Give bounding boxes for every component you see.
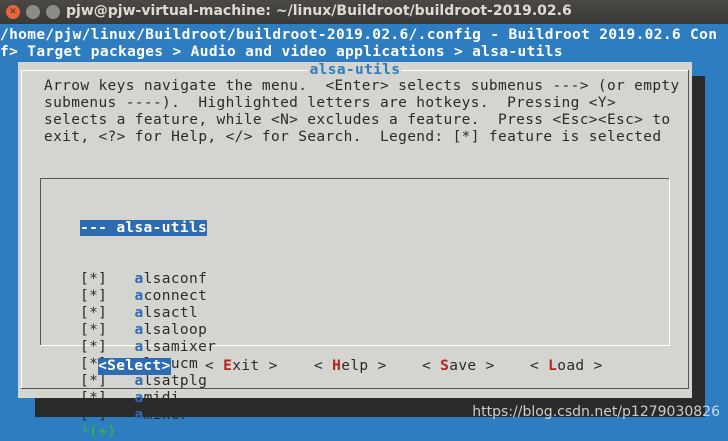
button-label: oad >: [557, 358, 603, 374]
button-label: elp >: [341, 358, 387, 374]
checkbox-mark: [*]: [80, 407, 108, 423]
dialog-border-left: [21, 70, 22, 388]
menu-items: --- alsa-utils [*] alsaconf [*] aconnect[…: [80, 186, 216, 441]
help-text: Arrow keys navigate the menu. <Enter> se…: [44, 78, 680, 145]
button-bar: <Select> < Exit > < Help > < Save > < Load >: [18, 358, 692, 378]
menu-item-label: mixer: [143, 407, 189, 423]
checkbox-mark: [*]: [80, 288, 108, 304]
button-hotkey: S: [107, 358, 117, 374]
maximize-window-icon[interactable]: [46, 5, 60, 19]
hotkey-letter: a: [134, 288, 144, 304]
menu-item-header[interactable]: --- alsa-utils: [80, 220, 216, 237]
breadcrumb: f> Target packages > Audio and video app…: [0, 44, 563, 60]
exit-button[interactable]: < Exit >: [205, 358, 278, 375]
save-button[interactable]: < Save >: [422, 358, 495, 375]
window-titlebar: ✕ pjw@pjw-virtual-machine: ~/linux/Build…: [0, 0, 728, 24]
checkbox-mark: [*]: [80, 390, 108, 406]
terminal-area: /home/pjw/linux/Buildroot/buildroot-2019…: [0, 24, 728, 440]
menu-border-left: [40, 178, 41, 346]
button-label: xit >: [232, 358, 278, 374]
button-label: elect>: [116, 358, 171, 374]
select-button[interactable]: <Select>: [98, 358, 171, 375]
menu-border-right: [669, 178, 670, 346]
dialog-title: alsa-utils: [307, 62, 403, 78]
menu-item[interactable]: [*] aconnect: [80, 288, 216, 305]
menu-item-label: lsamixer: [143, 339, 217, 355]
button-bracket: <: [98, 358, 108, 374]
button-hotkey: S: [440, 358, 450, 374]
hotkey-letter: a: [134, 339, 144, 355]
menu-item-label: midi: [143, 390, 180, 406]
checkbox-mark: [*]: [80, 339, 108, 355]
checkbox-mark: [*]: [80, 322, 108, 338]
button-hotkey: L: [548, 358, 558, 374]
close-window-icon[interactable]: ✕: [6, 5, 20, 19]
button-label: ave >: [449, 358, 495, 374]
minimize-window-icon[interactable]: [26, 5, 40, 19]
button-bracket: <: [205, 358, 224, 374]
button-bracket: <: [422, 358, 441, 374]
menu-item-label: lsactl: [143, 305, 199, 321]
menu-border-top: [40, 178, 670, 179]
menuconfig-dialog: alsa-utils Arrow keys navigate the menu.…: [18, 62, 692, 440]
window-title: pjw@pjw-virtual-machine: ~/linux/Buildro…: [66, 3, 572, 19]
checkbox-mark: [*]: [80, 305, 108, 321]
button-bracket: <: [530, 358, 549, 374]
dialog-title-wrap: alsa-utils: [18, 62, 692, 79]
hotkey-letter: a: [134, 390, 144, 406]
menu-item-label: lsaloop: [143, 322, 208, 338]
dialog-border-right: [688, 70, 689, 388]
checkbox-mark: [*]: [80, 271, 108, 287]
menu-item[interactable]: [*] alsaloop: [80, 322, 216, 339]
button-bracket: <: [314, 358, 333, 374]
menu-item[interactable]: [*] alsamixer: [80, 339, 216, 356]
help-button[interactable]: < Help >: [314, 358, 387, 375]
config-path-line: /home/pjw/linux/Buildroot/buildroot-2019…: [0, 27, 718, 43]
menu-list: --- alsa-utils [*] alsaconf [*] aconnect[…: [40, 178, 670, 440]
menu-item[interactable]: [*] amixer: [80, 407, 216, 424]
hotkey-letter: a: [134, 322, 144, 338]
button-hotkey: H: [332, 358, 342, 374]
menu-item[interactable]: [*] alsaconf: [80, 271, 216, 288]
menu-item-label: connect: [143, 288, 208, 304]
menu-item-label: lsaconf: [143, 271, 208, 287]
hotkey-letter: a: [134, 271, 144, 287]
menu-item[interactable]: [*] amidi: [80, 390, 216, 407]
watermark: https://blog.csdn.net/p1279030826: [472, 404, 720, 420]
menu-item-header-label: --- alsa-utils: [80, 220, 208, 236]
load-button[interactable]: < Load >: [530, 358, 603, 375]
menu-item[interactable]: [*] alsactl: [80, 305, 216, 322]
hotkey-letter: a: [134, 305, 144, 321]
button-hotkey: E: [223, 358, 233, 374]
hotkey-letter: a: [134, 407, 144, 423]
